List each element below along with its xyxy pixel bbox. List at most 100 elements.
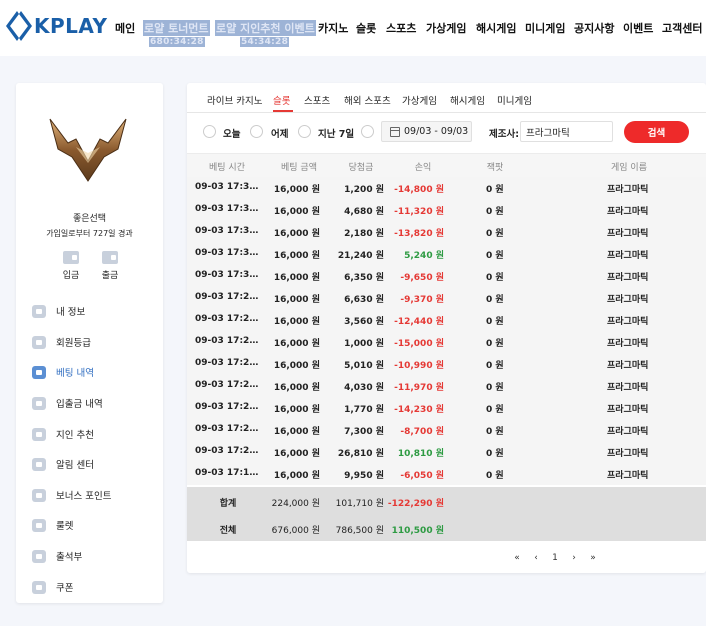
- custom-range-radio[interactable]: [361, 125, 374, 138]
- tab-mini-games[interactable]: 미니게임: [497, 93, 532, 107]
- bet-time-cell: 09-03 17:21:09: [195, 446, 259, 456]
- jackpot-cell: 0 원: [486, 383, 504, 393]
- subtotal-label: 합계: [219, 499, 237, 509]
- subtotal-row: 합계 224,000 원 101,710 원 -122,290 원: [187, 487, 706, 514]
- total-bet: 676,000 원: [271, 526, 320, 536]
- bet-amount-cell: 16,000 원: [273, 185, 320, 195]
- deposit-button[interactable]: 입금: [56, 251, 86, 281]
- bet-amount-cell: 16,000 원: [273, 471, 320, 481]
- jackpot-cell: 0 원: [486, 185, 504, 195]
- winnings-cell: 21,240 원: [337, 251, 384, 261]
- header-bet-time: 베팅 시간: [209, 163, 245, 173]
- tab-slot[interactable]: 슬롯: [273, 93, 290, 107]
- nav-casino[interactable]: 카지노: [318, 20, 348, 36]
- game-name-cell: 프라그마틱: [607, 207, 649, 217]
- bet-amount-cell: 16,000 원: [273, 427, 320, 437]
- header-game-name: 게임 이름: [611, 163, 647, 173]
- nav-royal-referral-event[interactable]: 로얄 지인추천 이벤트: [215, 20, 316, 36]
- menu-my-info[interactable]: 내 정보: [32, 303, 152, 319]
- bet-amount-cell: 16,000 원: [273, 383, 320, 393]
- menu-label: 회원등급: [56, 338, 91, 349]
- today-radio[interactable]: [203, 125, 216, 138]
- menu-notification-center[interactable]: 알림 센터: [32, 456, 152, 472]
- last7-label: 지난 7일: [318, 129, 355, 140]
- winnings-cell: 1,000 원: [344, 339, 384, 349]
- prev-page-button[interactable]: ‹: [527, 553, 545, 563]
- profit-loss-cell: -6,050 원: [400, 471, 444, 481]
- maker-input[interactable]: [520, 121, 613, 142]
- profit-loss-cell: -14,800 원: [394, 185, 444, 195]
- menu-betting-history[interactable]: 베팅 내역: [32, 364, 152, 380]
- game-name-cell: 프라그마틱: [607, 251, 649, 261]
- bonus-icon: [32, 488, 46, 502]
- game-name-cell: 프라그마틱: [607, 185, 649, 195]
- tab-hash-games[interactable]: 해시게임: [450, 93, 485, 107]
- winnings-cell: 6,350 원: [344, 273, 384, 283]
- date-range-value: 09/03 - 09/03: [404, 126, 469, 137]
- menu-transactions[interactable]: 입출금 내역: [32, 395, 152, 411]
- date-range-picker[interactable]: 09/03 - 09/03: [381, 121, 472, 142]
- tab-overseas-sports[interactable]: 해외 스포츠: [344, 93, 391, 107]
- table-row: 09-03 17:34:05 16,000 원 1,200 원 -14,800 원 0 …: [187, 177, 706, 199]
- game-name-cell: 프라그마틱: [607, 383, 649, 393]
- total-win: 786,500 원: [335, 526, 384, 536]
- menu-member-grade[interactable]: 회원등급: [32, 334, 152, 350]
- nav-royal-tournament[interactable]: 로얄 토너먼트: [143, 20, 210, 36]
- game-name-cell: 프라그마틱: [607, 295, 649, 305]
- menu-bonus-points[interactable]: 보너스 포인트: [32, 487, 152, 503]
- table-row: 09-03 17:22:44 16,000 원 7,300 원 -8,700 원 0 원…: [187, 419, 706, 441]
- nav-virtual-games[interactable]: 가상게임: [426, 20, 466, 36]
- nav-hash-games[interactable]: 해시게임: [476, 20, 516, 36]
- profit-loss-cell: -12,440 원: [394, 317, 444, 327]
- jackpot-cell: 0 원: [486, 339, 504, 349]
- wallet-icon: [32, 396, 46, 410]
- menu-label: 보너스 포인트: [56, 491, 112, 502]
- profit-loss-cell: -15,000 원: [394, 339, 444, 349]
- roulette-icon: [32, 518, 46, 532]
- profit-loss-cell: 10,810 원: [397, 449, 444, 459]
- profit-loss-cell: -11,970 원: [394, 383, 444, 393]
- menu-attendance[interactable]: 출석부: [32, 548, 152, 564]
- header-profit-loss: 손익: [414, 163, 432, 173]
- menu-roulette[interactable]: 룰렛: [32, 517, 152, 533]
- jackpot-cell: 0 원: [486, 471, 504, 481]
- jackpot-cell: 0 원: [486, 207, 504, 217]
- withdraw-button[interactable]: 출금: [95, 251, 125, 281]
- search-button[interactable]: 검색: [624, 121, 689, 143]
- menu-coupon[interactable]: 쿠폰: [32, 579, 152, 595]
- nav-customer-center[interactable]: 고객센터: [662, 20, 702, 36]
- nav-sports[interactable]: 스포츠: [386, 20, 416, 36]
- table-row: 09-03 17:23:20 16,000 원 1,770 원 -14,230 원 0 …: [187, 397, 706, 419]
- tab-virtual-games[interactable]: 가상게임: [402, 93, 437, 107]
- bet-time-cell: 09-03 17:33:41: [195, 204, 259, 214]
- nav-notice[interactable]: 공지사항: [574, 20, 614, 36]
- tab-live-casino[interactable]: 라이브 카지노: [207, 93, 262, 107]
- bet-amount-cell: 16,000 원: [273, 295, 320, 305]
- profit-loss-cell: -13,820 원: [394, 229, 444, 239]
- table-row: 09-03 17:32:58 16,000 원 2,180 원 -13,820 원 0 …: [187, 221, 706, 243]
- today-label: 오늘: [223, 129, 241, 140]
- nav-mini-games[interactable]: 미니게임: [525, 20, 565, 36]
- table-row: 09-03 17:24:56 16,000 원 4,030 원 -11,970 원 0 …: [187, 375, 706, 397]
- last7-radio[interactable]: [298, 125, 311, 138]
- menu-referral[interactable]: 지인 추천: [32, 426, 152, 442]
- bet-amount-cell: 16,000 원: [273, 317, 320, 327]
- winnings-cell: 5,010 원: [344, 361, 384, 371]
- tab-sports[interactable]: 스포츠: [304, 93, 330, 107]
- bell-icon: [32, 457, 46, 471]
- nav-events[interactable]: 이벤트: [623, 20, 653, 36]
- table-row: 09-03 17:29:13 16,000 원 6,630 원 -9,370 원 0 원…: [187, 287, 706, 309]
- brand-logo[interactable]: KPLAY: [6, 11, 107, 41]
- nav-main[interactable]: 메인: [115, 20, 135, 36]
- page-number[interactable]: 1: [545, 553, 565, 563]
- yesterday-radio[interactable]: [250, 125, 263, 138]
- calendar-icon: [390, 126, 400, 137]
- game-name-cell: 프라그마틱: [607, 339, 649, 349]
- bet-amount-cell: 16,000 원: [273, 207, 320, 217]
- profit-loss-cell: 5,240 원: [404, 251, 444, 261]
- nav-slot[interactable]: 슬롯: [356, 20, 376, 36]
- next-page-button[interactable]: ›: [565, 553, 583, 563]
- first-page-button[interactable]: «: [507, 553, 527, 563]
- referral-event-timer: 54:34:28: [240, 37, 290, 47]
- last-page-button[interactable]: »: [583, 553, 603, 563]
